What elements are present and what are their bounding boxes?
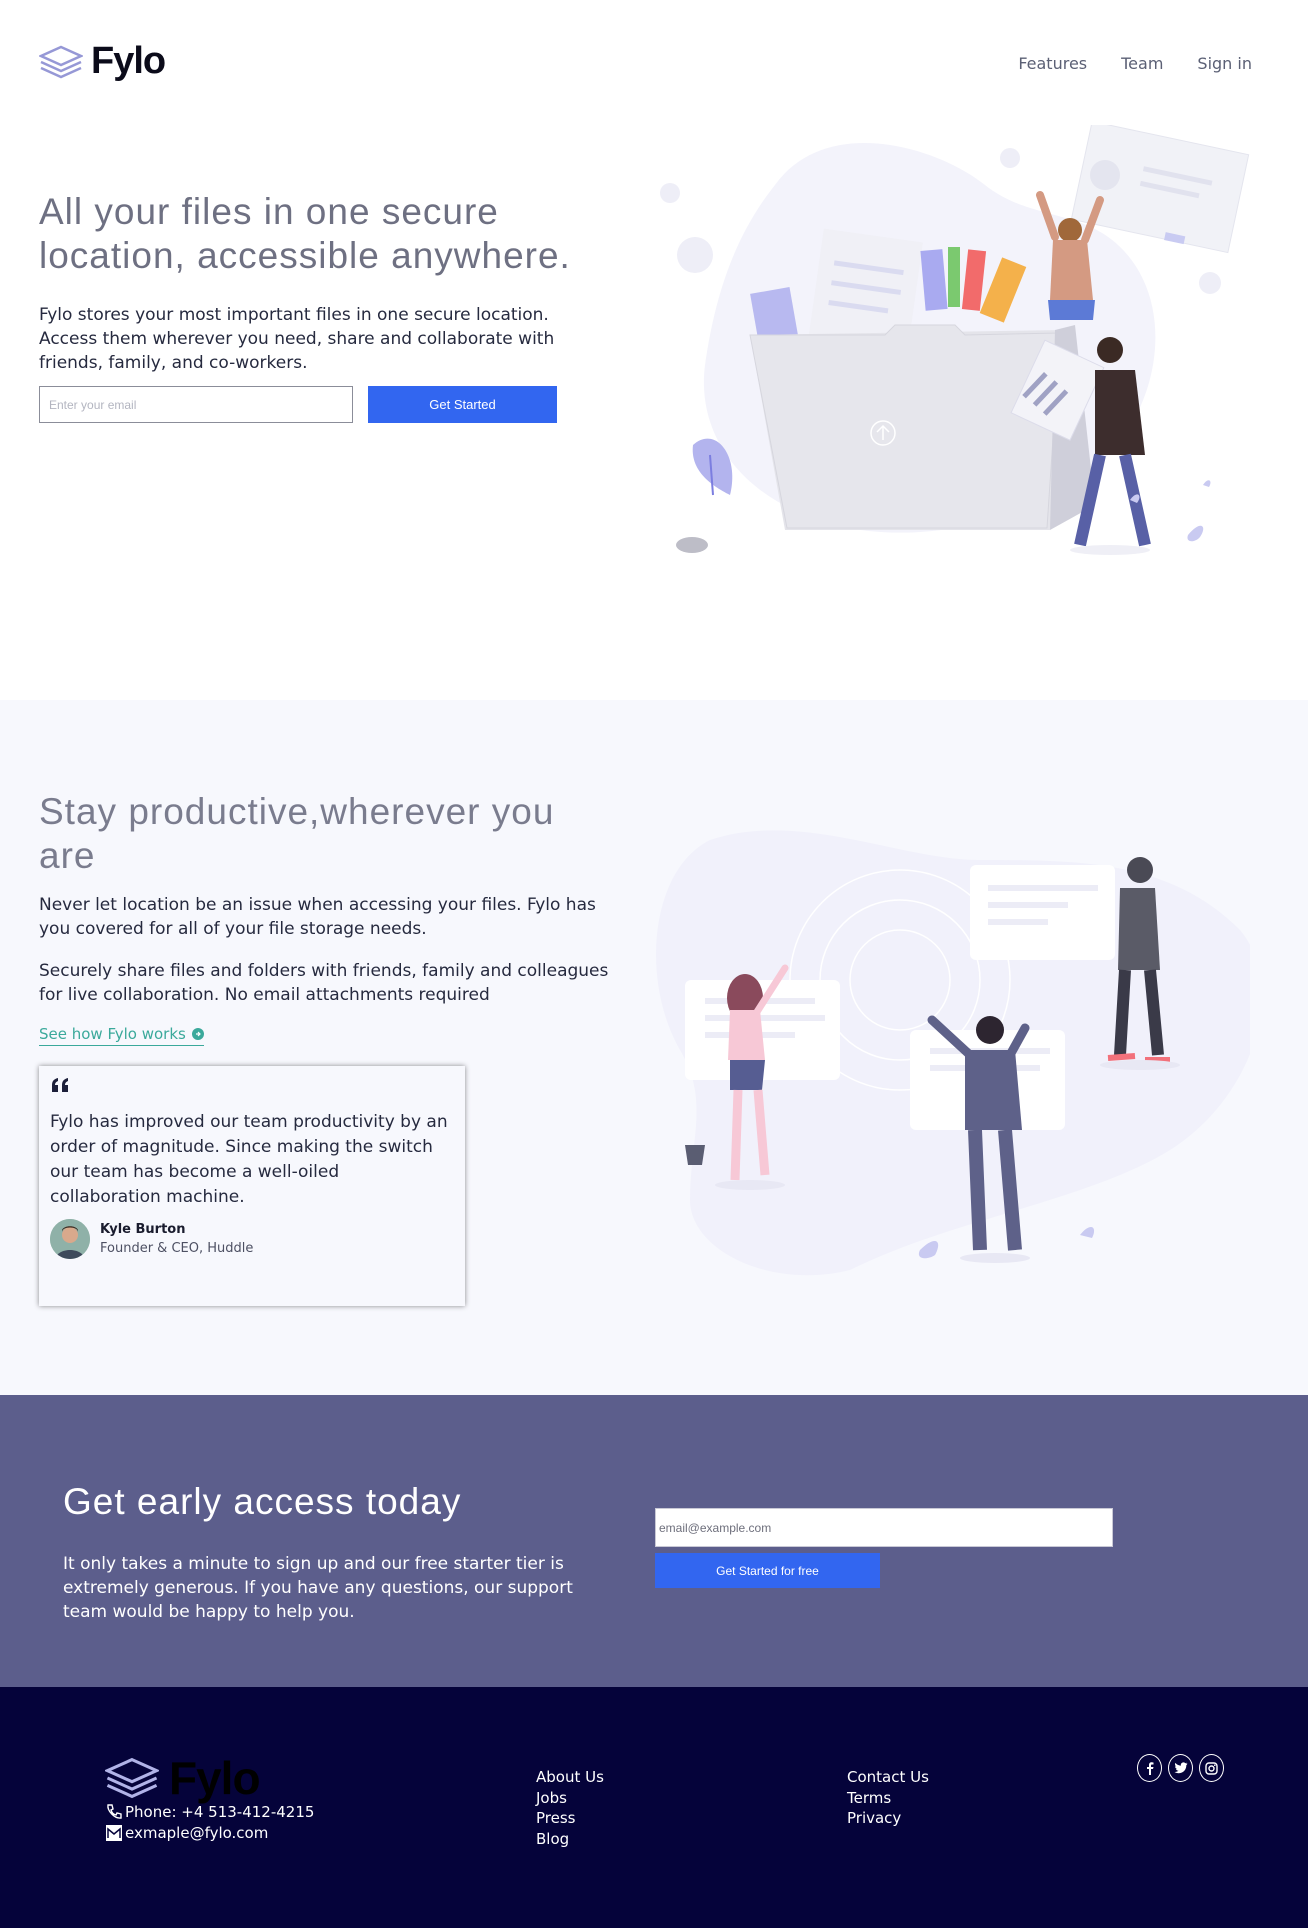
footer-link-contact-us[interactable]: Contact Us	[847, 1768, 929, 1787]
footer-link-jobs[interactable]: Jobs	[536, 1789, 604, 1808]
footer-link-press[interactable]: Press	[536, 1809, 604, 1828]
early-access-text: It only takes a minute to sign up and ou…	[63, 1554, 573, 1622]
phone-icon	[107, 1804, 122, 1819]
hero-illustration	[660, 125, 1250, 555]
quote-icon	[52, 1078, 68, 1092]
footer-logo[interactable]: Fylo	[105, 1751, 261, 1805]
email-icon	[106, 1825, 122, 1841]
footer-email-text: exmaple@fylo.com	[125, 1824, 269, 1842]
footer-link-privacy[interactable]: Privacy	[847, 1809, 929, 1828]
logo-stack-icon	[105, 1757, 159, 1799]
site-header: Fylo Features Team Sign in	[0, 0, 1308, 120]
testimonial-card: Fylo has improved our team productivity …	[39, 1066, 465, 1306]
early-access-email-input[interactable]	[655, 1508, 1113, 1547]
footer-links-col-1: About Us Jobs Press Blog	[536, 1768, 604, 1848]
footer-link-about-us[interactable]: About Us	[536, 1768, 604, 1787]
hero-email-input[interactable]	[39, 386, 353, 423]
footer-phone: Phone: +4 513-412-4215	[105, 1803, 314, 1821]
testimonial-quote: Fylo has improved our team productivity …	[50, 1112, 448, 1207]
productive-title: Stay productive,wherever you are	[39, 791, 555, 876]
facebook-icon[interactable]	[1137, 1754, 1162, 1782]
get-started-button[interactable]: Get Started	[368, 386, 557, 423]
logo-text: Fylo	[91, 40, 166, 82]
get-started-free-button[interactable]: Get Started for free	[655, 1553, 880, 1588]
nav-features[interactable]: Features	[1018, 54, 1087, 73]
section-curve	[0, 702, 1308, 750]
link-label: See how Fylo works	[39, 1025, 186, 1043]
nav-team[interactable]: Team	[1121, 54, 1163, 73]
footer-social	[1137, 1754, 1224, 1782]
testimonial-name: Kyle Burton	[100, 1222, 186, 1237]
early-access-section: Get early access today It only takes a m…	[0, 1395, 1308, 1687]
footer-link-blog[interactable]: Blog	[536, 1830, 604, 1849]
hero-title: All your files in one secure location, a…	[39, 191, 571, 276]
productive-paragraph-2: Securely share files and folders with fr…	[39, 961, 609, 1005]
instagram-icon[interactable]	[1199, 1754, 1224, 1782]
early-access-title: Get early access today	[63, 1481, 462, 1522]
site-footer: Fylo Phone: +4 513-412-4215 exmaple@fylo…	[0, 1687, 1308, 1928]
arrow-circle-icon	[191, 1028, 204, 1040]
logo-stack-icon	[39, 45, 83, 78]
productive-paragraph-1: Never let location be an issue when acce…	[39, 895, 596, 939]
nav-sign-in[interactable]: Sign in	[1197, 54, 1252, 73]
main-nav: Features Team Sign in	[1018, 54, 1252, 73]
logo[interactable]: Fylo	[39, 40, 166, 83]
productive-illustration	[656, 830, 1250, 1276]
footer-links-col-2: Contact Us Terms Privacy	[847, 1768, 929, 1828]
avatar	[50, 1219, 90, 1259]
see-how-fylo-works-link[interactable]: See how Fylo works	[39, 1025, 204, 1046]
footer-link-terms[interactable]: Terms	[847, 1789, 929, 1808]
footer-logo-text: Fylo	[169, 1752, 261, 1804]
footer-phone-text: Phone: +4 513-412-4215	[125, 1803, 315, 1821]
footer-email: exmaple@fylo.com	[105, 1824, 268, 1842]
twitter-icon[interactable]	[1168, 1754, 1193, 1782]
testimonial-role: Founder & CEO, Huddle	[100, 1241, 254, 1256]
hero-text: Fylo stores your most important files in…	[39, 305, 555, 373]
